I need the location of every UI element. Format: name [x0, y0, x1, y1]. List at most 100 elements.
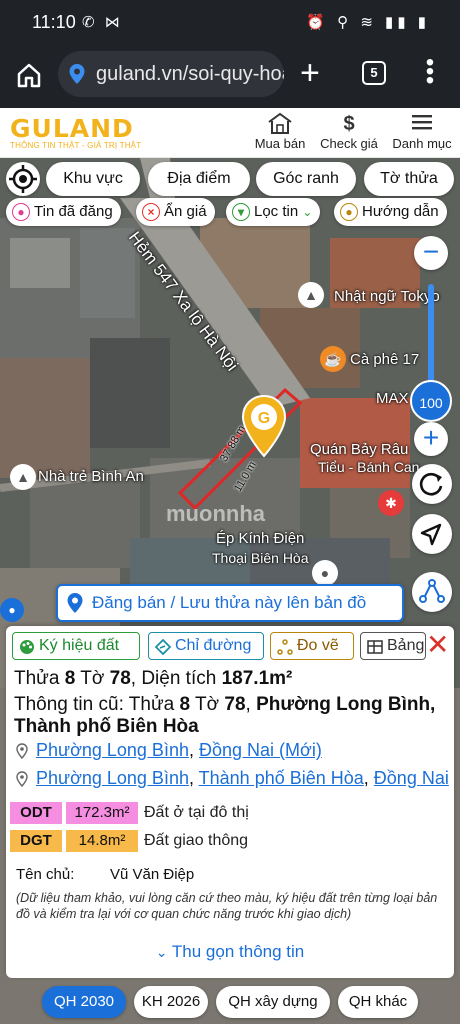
filter-dia-diem[interactable]: Địa điểm: [148, 162, 250, 196]
guide-icon: ●: [340, 203, 358, 221]
filter-to-thua[interactable]: Tờ thửa: [364, 162, 454, 196]
address-new: Phường Long Bình, Đồng Nai (Mới): [14, 740, 322, 761]
school-icon: ▲: [10, 464, 36, 490]
land-area-badge: 172.3m²: [66, 802, 138, 824]
navigate-arrow-icon[interactable]: [412, 514, 452, 554]
directions-icon: [154, 638, 172, 656]
land-use-desc: Đất giao thông: [144, 832, 249, 849]
poi-label: Nhật ngữ Tokyo: [334, 288, 440, 305]
ky-hieu-dat-button[interactable]: Ký hiệu đất: [12, 632, 140, 660]
an-gia-button[interactable]: × Ẩn giá: [136, 198, 215, 226]
double-chevron-down-icon: ⌄: [155, 944, 168, 960]
browser-toolbar: guland.vn/soi-quy-hoạ + 5 • • •: [0, 46, 460, 108]
site-header: GULAND THÔNG TIN THẬT - GIÁ TRỊ THẬT Mua…: [0, 108, 460, 158]
loc-tin-button[interactable]: ▾ Lọc tin ⌄: [226, 198, 321, 226]
location-pin-icon: [16, 771, 28, 787]
land-code-badge: ODT: [10, 802, 62, 824]
address-old: Phường Long Bình, Thành phố Biên Hòa, Đồ…: [14, 768, 449, 789]
location-pin-icon: [67, 593, 83, 613]
new-tab-icon[interactable]: +: [300, 56, 320, 90]
nav-mua-ban[interactable]: Mua bán: [252, 112, 308, 151]
city-link[interactable]: Thành phố Biên Hòa: [199, 768, 364, 788]
people-icon: ●: [12, 203, 30, 221]
parcel-marker-icon[interactable]: G: [240, 394, 288, 458]
poi-label: Thoại Biên Hòa: [212, 550, 309, 566]
menu-icon: [390, 112, 454, 136]
more-menu-icon[interactable]: • • •: [420, 51, 440, 93]
tab-qh-xay-dung[interactable]: QH xây dựng: [216, 986, 330, 1018]
nav-check-gia[interactable]: $ Check giá: [318, 112, 380, 151]
x-circle-icon: ×: [142, 203, 160, 221]
status-bar: 11:10 ✆ ⋈ ⏰ ⚲ ≋ ▮▮ ▮: [0, 0, 460, 46]
map-pin-icon[interactable]: ●: [0, 598, 24, 622]
parcel-title: Thửa 8 Tờ 78, Diện tích 187.1m²: [14, 668, 293, 689]
tab-qh-2030[interactable]: QH 2030: [42, 986, 126, 1018]
collapse-info-button[interactable]: ⌄ Thu gọn thông tin: [6, 942, 454, 962]
filter-khu-vuc[interactable]: Khu vực: [46, 162, 140, 196]
url-text: guland.vn/soi-quy-hoạ: [96, 63, 284, 85]
shop-icon: ●: [312, 560, 338, 586]
tab-switcher-button[interactable]: 5: [362, 61, 386, 85]
ward-link[interactable]: Phường Long Bình: [36, 740, 189, 760]
poi-label: Ép Kính Điện: [216, 530, 305, 547]
watermark: muonnha: [166, 501, 265, 526]
do-ve-button[interactable]: Đo vẽ: [270, 632, 354, 660]
palette-icon: [19, 638, 35, 654]
close-icon[interactable]: ✕: [426, 631, 449, 659]
zoom-slider-track[interactable]: [428, 284, 434, 384]
poi-label: Quán Bảy Râu: [310, 441, 409, 458]
ward-link[interactable]: Phường Long Bình: [36, 768, 189, 788]
house-icon: [252, 112, 308, 136]
location-pin-icon: [69, 64, 85, 84]
owner-name: Vũ Văn Điệp: [110, 866, 195, 883]
bang-button[interactable]: Bảng: [360, 632, 426, 660]
land-use-row: DGT 14.8m² Đất giao thông: [10, 830, 450, 852]
poi-label: Cà phê 17: [350, 351, 420, 368]
refresh-icon[interactable]: [412, 464, 452, 504]
gps-locate-icon[interactable]: [6, 162, 40, 196]
star-icon: ✱: [378, 490, 404, 516]
parcel-info-card: Ký hiệu đất Chỉ đường Đo vẽ Bảng ✕ Thửa …: [6, 626, 454, 978]
disclaimer-note: (Dữ liệu tham khảo, vui lòng căn cứ theo…: [16, 891, 438, 921]
chi-duong-button[interactable]: Chỉ đường: [148, 632, 264, 660]
filter-goc-ranh[interactable]: Góc ranh: [256, 162, 356, 196]
land-use-row: ODT 172.3m² Đất ở tại đô thị: [10, 802, 450, 824]
province-link[interactable]: Đồng Nai: [374, 768, 449, 788]
land-area-badge: 14.8m²: [66, 830, 138, 852]
land-code-badge: DGT: [10, 830, 62, 852]
province-link[interactable]: Đồng Nai (Mới): [199, 740, 322, 760]
status-left-icons: ✆ ⋈: [82, 14, 123, 31]
cafe-icon: ☕: [320, 346, 346, 372]
url-field[interactable]: guland.vn/soi-quy-hoạ: [58, 51, 284, 97]
status-time: 11:10: [32, 12, 76, 32]
guland-logo[interactable]: GULAND THÔNG TIN THẬT - GIÁ TRỊ THẬT: [10, 114, 141, 150]
filter-icon: ▾: [232, 203, 250, 221]
land-use-desc: Đất ở tại đô thị: [144, 804, 249, 821]
tab-qh-khac[interactable]: QH khác: [338, 986, 418, 1018]
svg-text:G: G: [258, 410, 270, 427]
chevron-down-icon: ⌄: [302, 205, 313, 219]
measure-icon: [277, 638, 293, 655]
post-parcel-button[interactable]: Đăng bán / Lưu thửa này lên bản đồ: [56, 584, 404, 622]
home-icon[interactable]: [14, 60, 44, 90]
dollar-icon: $: [343, 113, 355, 135]
poi-label: Tiểu - Bánh Can: [318, 459, 420, 475]
table-icon: [367, 638, 383, 654]
card-toolbar: Ký hiệu đất Chỉ đường Đo vẽ Bảng: [12, 632, 448, 662]
nav-danh-muc[interactable]: Danh mục: [390, 112, 454, 151]
status-right-icons: ⏰ ⚲ ≋ ▮▮ ▮: [306, 14, 430, 31]
measure-tool-icon[interactable]: [412, 572, 452, 612]
zoom-out-button[interactable]: −: [414, 236, 448, 270]
poi-label: MAX: [376, 390, 409, 407]
owner-label: Tên chủ:: [16, 866, 75, 883]
huong-dan-button[interactable]: ● Hướng dẫn: [334, 198, 447, 226]
old-parcel-info: Thông tin cũ: Thửa 8 Tờ 78, Phường Long …: [14, 694, 436, 737]
zoom-in-button[interactable]: +: [414, 422, 448, 456]
school-icon: ▲: [298, 282, 324, 308]
poi-label: Nhà trẻ Bình An: [38, 468, 144, 485]
location-pin-icon: [16, 743, 28, 759]
planning-tabs: QH 2030 KH 2026 QH xây dựng QH khác: [0, 986, 460, 1022]
tin-da-dang-button[interactable]: ● Tin đã đăng: [6, 198, 121, 226]
zoom-level-indicator[interactable]: 100: [410, 380, 452, 422]
tab-kh-2026[interactable]: KH 2026: [134, 986, 208, 1018]
